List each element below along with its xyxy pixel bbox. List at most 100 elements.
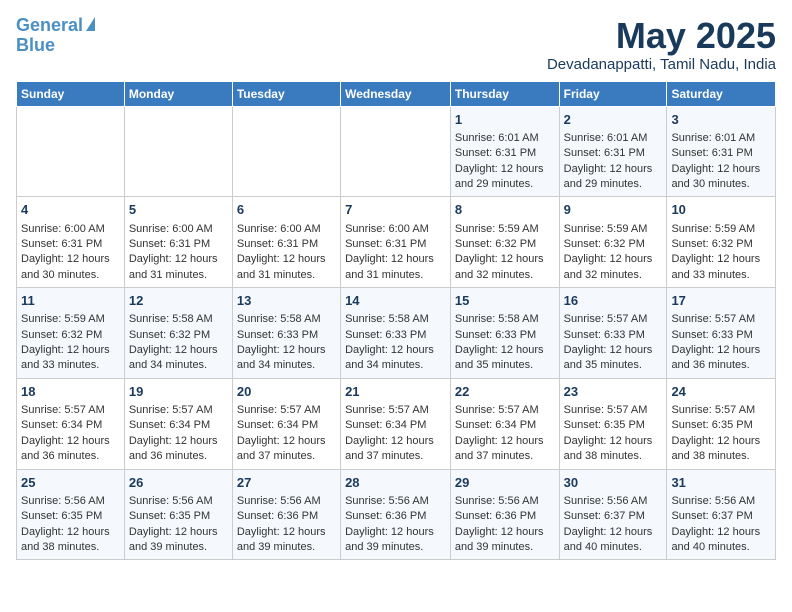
calendar-cell: 15Sunrise: 5:58 AMSunset: 6:33 PMDayligh… [450,288,559,379]
day-number: 1 [455,111,555,129]
calendar-cell: 24Sunrise: 5:57 AMSunset: 6:35 PMDayligh… [667,378,776,469]
day-info: Daylight: 12 hours and 37 minutes. [237,434,336,465]
day-info: Sunrise: 5:59 AM [455,222,555,237]
day-info: Sunset: 6:35 PM [564,418,663,433]
day-number: 17 [671,292,771,310]
day-info: Sunrise: 5:56 AM [21,494,120,509]
day-info: Sunrise: 6:00 AM [21,222,120,237]
day-info: Sunrise: 5:58 AM [237,312,336,327]
calendar-week-row: 11Sunrise: 5:59 AMSunset: 6:32 PMDayligh… [17,288,776,379]
calendar-cell: 13Sunrise: 5:58 AMSunset: 6:33 PMDayligh… [232,288,340,379]
day-info: Daylight: 12 hours and 30 minutes. [671,162,771,193]
calendar-cell [341,106,451,197]
day-info: Sunset: 6:31 PM [345,237,446,252]
day-info: Sunset: 6:32 PM [564,237,663,252]
day-number: 4 [21,201,120,219]
day-info: Sunrise: 5:58 AM [455,312,555,327]
calendar-cell: 28Sunrise: 5:56 AMSunset: 6:36 PMDayligh… [341,469,451,560]
day-info: Sunset: 6:31 PM [21,237,120,252]
day-info: Daylight: 12 hours and 39 minutes. [455,525,555,556]
day-number: 31 [671,474,771,492]
day-info: Sunset: 6:33 PM [671,328,771,343]
day-info: Sunset: 6:31 PM [237,237,336,252]
day-info: Daylight: 12 hours and 34 minutes. [129,343,228,374]
day-number: 24 [671,383,771,401]
day-number: 22 [455,383,555,401]
calendar-cell: 22Sunrise: 5:57 AMSunset: 6:34 PMDayligh… [450,378,559,469]
day-number: 12 [129,292,228,310]
calendar-cell: 23Sunrise: 5:57 AMSunset: 6:35 PMDayligh… [559,378,667,469]
day-info: Daylight: 12 hours and 33 minutes. [671,252,771,283]
col-header-wednesday: Wednesday [341,81,451,106]
day-number: 15 [455,292,555,310]
logo-text: General [16,16,83,36]
col-header-thursday: Thursday [450,81,559,106]
title-block: May 2025 Devadanappatti, Tamil Nadu, Ind… [547,16,776,73]
day-info: Daylight: 12 hours and 38 minutes. [564,434,663,465]
calendar-cell: 18Sunrise: 5:57 AMSunset: 6:34 PMDayligh… [17,378,125,469]
day-info: Daylight: 12 hours and 40 minutes. [671,525,771,556]
day-info: Sunrise: 5:58 AM [345,312,446,327]
day-number: 3 [671,111,771,129]
calendar-week-row: 1Sunrise: 6:01 AMSunset: 6:31 PMDaylight… [17,106,776,197]
day-info: Sunset: 6:37 PM [564,509,663,524]
day-info: Sunset: 6:35 PM [671,418,771,433]
calendar-cell: 12 Sunrise: 5:58 AMSunset: 6:32 PMDayligh… [124,288,232,379]
day-number: 26 [129,474,228,492]
day-info: Sunrise: 6:01 AM [671,131,771,146]
day-info: Sunset: 6:31 PM [129,237,228,252]
calendar-cell: 27Sunrise: 5:56 AMSunset: 6:36 PMDayligh… [232,469,340,560]
col-header-friday: Friday [559,81,667,106]
day-number: 18 [21,383,120,401]
calendar-cell: 2Sunrise: 6:01 AMSunset: 6:31 PMDaylight… [559,106,667,197]
logo-blue: Blue [16,36,55,56]
day-info: Daylight: 12 hours and 36 minutes. [129,434,228,465]
col-header-monday: Monday [124,81,232,106]
day-info: Daylight: 12 hours and 39 minutes. [345,525,446,556]
calendar-table: SundayMondayTuesdayWednesdayThursdayFrid… [16,81,776,561]
day-info: Sunset: 6:34 PM [345,418,446,433]
day-info: Sunset: 6:32 PM [129,328,228,343]
day-number: 9 [564,201,663,219]
day-info: Daylight: 12 hours and 39 minutes. [129,525,228,556]
day-number: 27 [237,474,336,492]
day-info: Sunrise: 5:57 AM [21,403,120,418]
calendar-cell: 21Sunrise: 5:57 AMSunset: 6:34 PMDayligh… [341,378,451,469]
calendar-cell: 5Sunrise: 6:00 AMSunset: 6:31 PMDaylight… [124,197,232,288]
day-info: Sunrise: 5:58 AM [129,312,228,327]
col-header-tuesday: Tuesday [232,81,340,106]
day-info: Sunset: 6:31 PM [671,146,771,161]
day-info: Sunset: 6:34 PM [21,418,120,433]
day-info: Sunrise: 5:57 AM [564,403,663,418]
calendar-cell [232,106,340,197]
day-info: Daylight: 12 hours and 34 minutes. [345,343,446,374]
month-title: May 2025 [547,16,776,56]
day-info: Daylight: 12 hours and 34 minutes. [237,343,336,374]
calendar-cell: 17Sunrise: 5:57 AMSunset: 6:33 PMDayligh… [667,288,776,379]
day-number: 5 [129,201,228,219]
day-info: Sunrise: 6:00 AM [237,222,336,237]
day-info: Daylight: 12 hours and 38 minutes. [671,434,771,465]
day-info: Sunset: 6:33 PM [237,328,336,343]
day-number: 30 [564,474,663,492]
day-info: Sunset: 6:31 PM [564,146,663,161]
day-info: Sunrise: 5:57 AM [455,403,555,418]
day-info: Sunset: 6:37 PM [671,509,771,524]
day-number: 20 [237,383,336,401]
day-info: Sunset: 6:34 PM [129,418,228,433]
day-number: 28 [345,474,446,492]
day-number: 21 [345,383,446,401]
day-info: Daylight: 12 hours and 30 minutes. [21,252,120,283]
day-info: Sunset: 6:33 PM [345,328,446,343]
col-header-sunday: Sunday [17,81,125,106]
day-info: Daylight: 12 hours and 38 minutes. [21,525,120,556]
calendar-cell: 29Sunrise: 5:56 AMSunset: 6:36 PMDayligh… [450,469,559,560]
day-info: Daylight: 12 hours and 32 minutes. [455,252,555,283]
day-info: Sunrise: 6:00 AM [129,222,228,237]
day-info: Sunrise: 5:57 AM [564,312,663,327]
day-info: Sunset: 6:32 PM [671,237,771,252]
calendar-cell: 26Sunrise: 5:56 AMSunset: 6:35 PMDayligh… [124,469,232,560]
calendar-week-row: 4Sunrise: 6:00 AMSunset: 6:31 PMDaylight… [17,197,776,288]
calendar-cell: 14Sunrise: 5:58 AMSunset: 6:33 PMDayligh… [341,288,451,379]
day-info: Sunrise: 5:57 AM [345,403,446,418]
